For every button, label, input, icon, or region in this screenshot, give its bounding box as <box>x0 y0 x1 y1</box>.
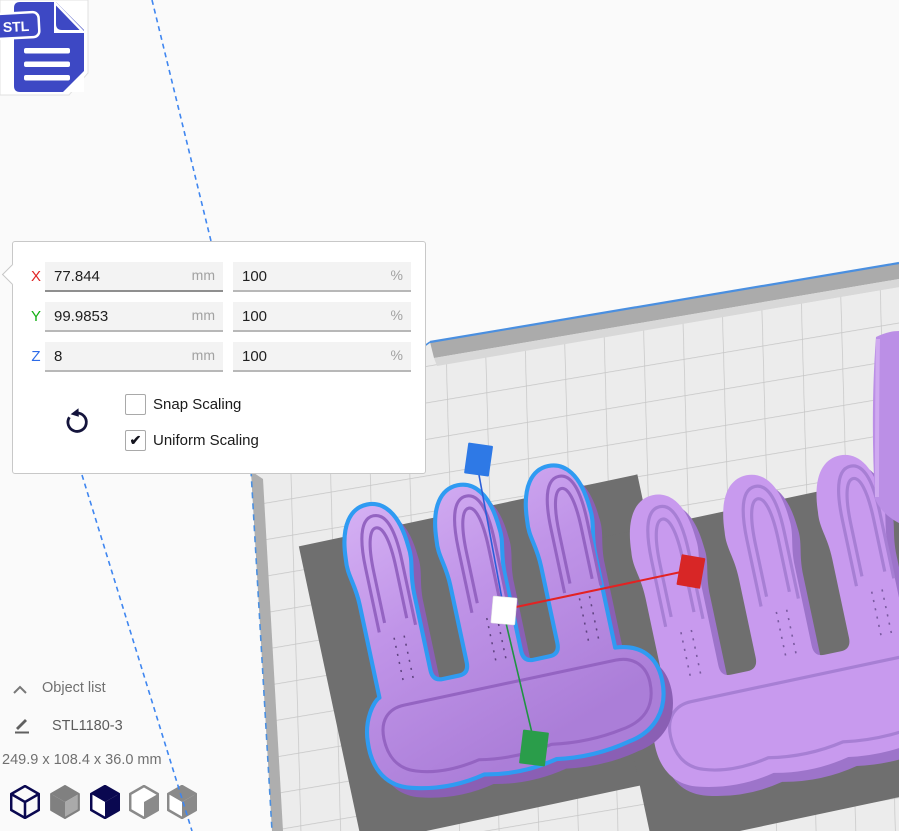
cube-3d-icon <box>10 785 40 819</box>
scale-row-y: Y mm % <box>13 302 425 332</box>
scale-x-percent-field: % <box>233 262 411 292</box>
scale-row-z: Z mm % <box>13 342 425 372</box>
cube-top-icon <box>90 785 120 819</box>
gizmo-blue-handle[interactable] <box>464 442 493 476</box>
object-dimensions: 249.9 x 108.4 x 36.0 mm <box>2 752 162 768</box>
scale-y-mm-field: mm <box>45 302 223 332</box>
pencil-icon[interactable] <box>13 716 31 739</box>
cube-front-icon <box>50 785 80 819</box>
scale-y-mm-input[interactable] <box>45 302 223 330</box>
gizmo-center-handle[interactable] <box>491 596 517 625</box>
scale-z-percent-field: % <box>233 342 411 372</box>
scale-row-x: X mm % <box>13 262 425 292</box>
object-list-toggle[interactable]: Object list <box>42 680 106 696</box>
snap-scaling-checkbox[interactable] <box>125 394 146 415</box>
stl-file-icon: STL <box>0 0 94 105</box>
view-left-side-button[interactable] <box>129 785 159 819</box>
scale-z-mm-input[interactable] <box>45 342 223 370</box>
axis-y-label: Y <box>27 302 45 332</box>
selected-object-name[interactable]: STL1180-3 <box>52 718 123 734</box>
scale-x-percent-input[interactable] <box>233 262 411 290</box>
axis-z-label: Z <box>27 342 45 372</box>
cube-left-icon <box>129 785 159 819</box>
view-3d-button[interactable] <box>10 785 40 819</box>
scale-z-mm-field: mm <box>45 342 223 372</box>
chevron-up-icon[interactable] <box>12 683 28 701</box>
gizmo-green-handle[interactable] <box>519 730 549 767</box>
view-right-side-button[interactable] <box>167 785 197 819</box>
stl-badge-label: STL <box>2 18 30 35</box>
uniform-scaling-checkbox[interactable]: ✔ <box>125 430 146 451</box>
scale-x-mm-field: mm <box>45 262 223 292</box>
scale-y-percent-field: % <box>233 302 411 332</box>
camera-view-toolbar <box>0 785 220 821</box>
scale-z-percent-input[interactable] <box>233 342 411 370</box>
model-cylinder[interactable] <box>873 331 899 523</box>
reset-scale-button[interactable] <box>62 405 92 437</box>
reset-arrow-icon <box>62 405 92 437</box>
view-top-button[interactable] <box>90 785 120 819</box>
uniform-scaling-label: Uniform Scaling <box>153 432 259 449</box>
scale-y-percent-input[interactable] <box>233 302 411 330</box>
stl-badge: STL <box>0 12 40 39</box>
snap-scaling-label: Snap Scaling <box>153 396 241 413</box>
scale-tool-panel: X mm % Y mm % Z mm % <box>12 241 426 474</box>
view-front-button[interactable] <box>50 785 80 819</box>
axis-x-label: X <box>27 262 45 292</box>
cube-right-icon <box>167 785 197 819</box>
scale-x-mm-input[interactable] <box>45 262 223 290</box>
